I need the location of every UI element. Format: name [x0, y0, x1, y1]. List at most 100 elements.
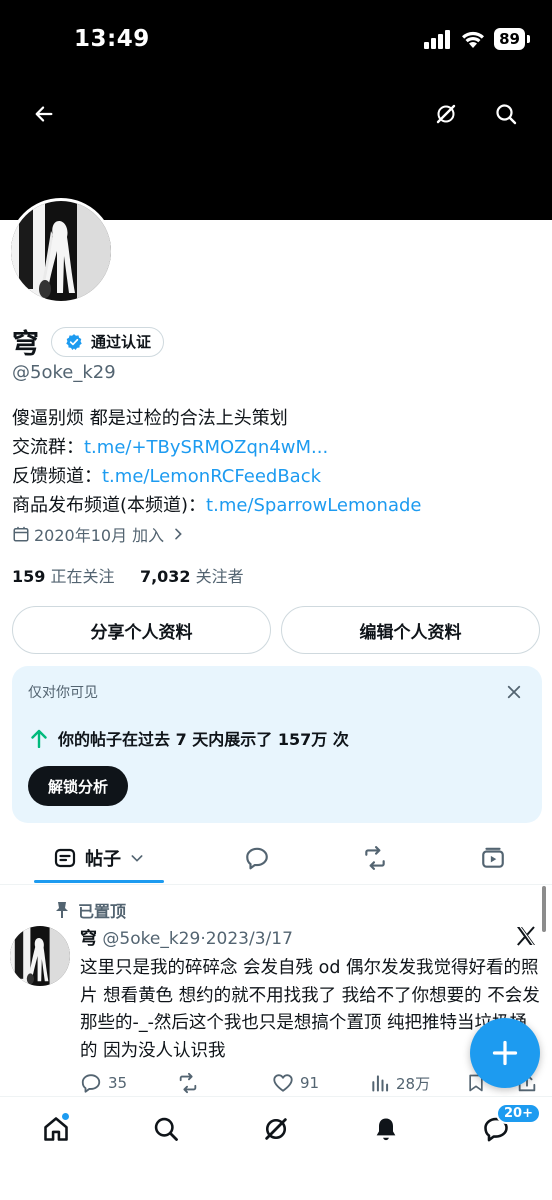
- video-icon: [482, 847, 504, 868]
- tweet-handle[interactable]: @5oke_k29: [102, 929, 200, 949]
- tab-replies[interactable]: [236, 833, 278, 883]
- tab-media[interactable]: [472, 833, 514, 883]
- like-count: 91: [300, 1074, 320, 1092]
- plus-icon: [492, 1040, 518, 1066]
- edit-profile-button[interactable]: 编辑个人资料: [281, 606, 540, 654]
- avatar-image: [11, 201, 111, 301]
- tab-posts[interactable]: 帖子: [34, 833, 164, 883]
- bio-group-link[interactable]: t.me/+TBySRMOZqn4wM...: [84, 437, 328, 458]
- visibility-note: 仅对你可见: [28, 685, 98, 701]
- chevron-right-icon: [175, 528, 182, 540]
- active-tab-indicator: [34, 880, 164, 883]
- pinned-label: 已置顶: [54, 898, 126, 922]
- home-notification-dot: [61, 1112, 70, 1121]
- calendar-icon: [13, 526, 29, 542]
- bio-release-label: 商品发布频道(本频道)：: [12, 495, 207, 516]
- heart-icon: [273, 1074, 293, 1092]
- tweet-header: 穹 @5oke_k29·2023/3/17: [80, 924, 293, 949]
- bio-feedback-link[interactable]: t.me/LemonRCFeedBack: [102, 466, 321, 487]
- bio-line-1: 傻逼别烦 都是过检的合法上头策划: [12, 408, 288, 429]
- profile-bio: 傻逼别烦 都是过检的合法上头策划 交流群：t.me/+TBySRMOZqn4wM…: [12, 404, 542, 520]
- messages-badge: 20+: [496, 1103, 541, 1124]
- signal-icon: [424, 30, 451, 49]
- nav-grok[interactable]: [256, 1109, 296, 1149]
- grok-button[interactable]: [426, 94, 466, 134]
- nav-search[interactable]: [146, 1109, 186, 1149]
- repost-icon: [179, 1072, 197, 1094]
- status-time: 13:49: [74, 26, 150, 52]
- reply-icon: [246, 847, 268, 870]
- tweet-date[interactable]: 2023/3/17: [206, 929, 293, 949]
- profile-handle: @5oke_k29: [12, 362, 116, 383]
- like-button[interactable]: 91: [272, 1070, 319, 1096]
- battery-tip: [527, 35, 530, 43]
- repost-icon: [365, 846, 385, 870]
- scrollbar[interactable]: [542, 886, 546, 932]
- search-icon: [154, 1117, 178, 1141]
- posts-icon: [54, 848, 76, 868]
- joined-text: 2020年10月 加入: [34, 526, 165, 545]
- following-link[interactable]: 159 正在关注: [12, 567, 115, 586]
- reply-button[interactable]: 35: [80, 1070, 127, 1096]
- pinned-text: 已置顶: [78, 902, 127, 921]
- profile-tabs: 帖子: [0, 833, 552, 885]
- following-count: 159: [12, 567, 46, 586]
- tweet-avatar[interactable]: [10, 926, 70, 986]
- system-icons: 89: [424, 28, 530, 50]
- follow-counts: 159 正在关注 7,032 关注者: [12, 563, 244, 587]
- arrow-left-icon: [35, 106, 53, 122]
- impressions-row: 你的帖子在过去 7 天内展示了 157万 次: [30, 726, 349, 750]
- reply-icon: [81, 1074, 101, 1093]
- followers-label: 关注者: [195, 567, 244, 586]
- repost-button[interactable]: [176, 1070, 206, 1096]
- unlock-analytics-button[interactable]: 解锁分析: [28, 766, 129, 806]
- verified-chip[interactable]: 通过认证: [51, 326, 165, 357]
- impressions-text: 你的帖子在过去 7 天内展示了 157万 次: [58, 730, 349, 749]
- grok-icon: [265, 1118, 287, 1140]
- battery-level: 89: [494, 28, 525, 50]
- bio-line-3: 反馈频道：t.me/LemonRCFeedBack: [12, 462, 542, 491]
- nav-messages[interactable]: 20+: [476, 1103, 541, 1149]
- grok-icon: [436, 104, 456, 124]
- name-row: 穹 通过认证: [12, 322, 165, 361]
- bio-line-4: 商品发布频道(本频道)：t.me/SparrowLemonade: [12, 491, 542, 520]
- nav-home[interactable]: [36, 1109, 76, 1149]
- arrow-up-icon: [31, 729, 47, 748]
- back-button[interactable]: [24, 94, 64, 134]
- bell-icon: [376, 1118, 396, 1141]
- joined-date[interactable]: 2020年10月 加入: [12, 522, 190, 546]
- verified-label: 通过认证: [91, 333, 152, 351]
- followers-link[interactable]: 7,032 关注者: [140, 567, 244, 586]
- status-bar: 13:49 89: [0, 0, 552, 90]
- tweet-actions: 35 91 28万: [80, 1070, 542, 1096]
- pin-icon: [56, 902, 68, 918]
- compose-post-button[interactable]: [470, 1018, 540, 1088]
- views-button[interactable]: 28万: [370, 1070, 430, 1096]
- profile-avatar[interactable]: [8, 198, 114, 304]
- following-label: 正在关注: [50, 567, 115, 586]
- x-logo-icon: [514, 924, 538, 952]
- bottom-nav: 20+: [0, 1096, 552, 1200]
- bio-release-link[interactable]: t.me/SparrowLemonade: [206, 495, 421, 516]
- views-icon: [372, 1075, 389, 1092]
- close-analytics-button[interactable]: [500, 678, 528, 706]
- display-name: 穹: [12, 329, 39, 360]
- bio-group-label: 交流群：: [12, 437, 84, 458]
- avatar-image: [10, 926, 70, 986]
- tweet-author[interactable]: 穹: [80, 929, 97, 949]
- search-button[interactable]: [486, 94, 526, 134]
- chevron-down-icon: [131, 855, 143, 862]
- close-icon: [507, 685, 521, 699]
- views-count: 28万: [396, 1074, 431, 1093]
- tab-posts-label: 帖子: [85, 849, 121, 870]
- reply-count: 35: [108, 1074, 128, 1092]
- tab-reposts[interactable]: [354, 833, 396, 883]
- verified-badge-icon: [66, 333, 82, 350]
- bio-feedback-label: 反馈频道：: [12, 466, 102, 487]
- bio-line-2: 交流群：t.me/+TBySRMOZqn4wM...: [12, 433, 542, 462]
- followers-count: 7,032: [139, 567, 191, 586]
- share-profile-button[interactable]: 分享个人资料: [12, 606, 271, 654]
- nav-notifications[interactable]: [366, 1109, 406, 1149]
- analytics-card: 仅对你可见 你的帖子在过去 7 天内展示了 157万 次 解锁分析: [12, 666, 542, 823]
- profile-banner: [0, 90, 552, 220]
